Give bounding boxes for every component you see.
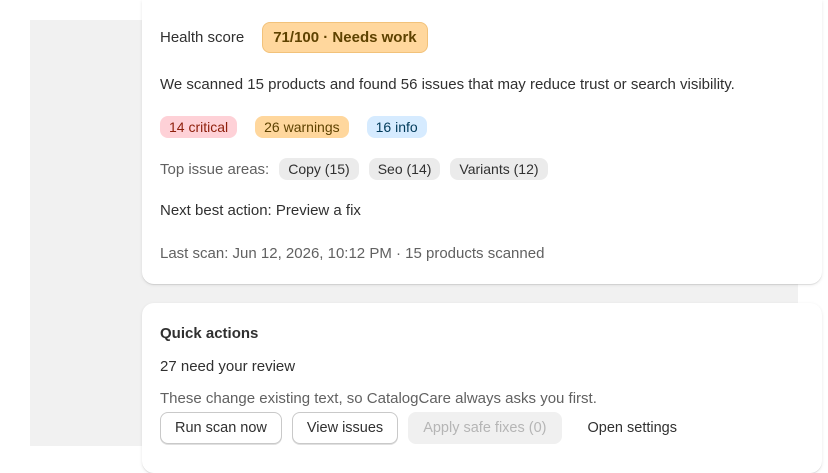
scan-summary-card: Health score 71/100 · Needs work We scan… [142, 0, 822, 284]
health-score-badge: 71/100 · Needs work [262, 22, 428, 53]
scan-description-row: We scanned 15 products and found 56 issu… [160, 76, 735, 93]
severity-badges: 14 critical 26 warnings 16 info [160, 116, 445, 138]
next-best-action: Next best action: Preview a fix [160, 202, 361, 219]
health-score-label: Health score [160, 29, 245, 46]
review-count-row: 27 need your review [160, 358, 295, 375]
quick-actions-title: Quick actions [160, 325, 259, 342]
last-scan-info: Last scan: Jun 12, 2026, 10:12 PM · 15 p… [160, 245, 545, 262]
top-issue-areas-label: Top issue areas: [160, 160, 270, 178]
apply-safe-fixes-button[interactable]: Apply safe fixes (0) [408, 412, 562, 444]
warnings-count-badge: 26 warnings [255, 116, 349, 138]
last-scan-row: Last scan: Jun 12, 2026, 10:12 PM · 15 p… [160, 245, 544, 262]
review-count: 27 need your review [160, 358, 296, 375]
issue-area-tag-variants: Variants (12) [450, 158, 548, 180]
critical-count-badge: 14 critical [160, 116, 238, 138]
view-issues-button[interactable]: View issues [291, 412, 399, 444]
issue-area-tag-copy: Copy (15) [279, 158, 359, 180]
quick-actions-note: These change existing text, so CatalogCa… [160, 390, 597, 407]
quick-actions-note-row: These change existing text, so CatalogCa… [160, 390, 597, 407]
top-issue-areas-row: Top issue areas: Copy (15) Seo (14) Vari… [160, 158, 548, 180]
scan-description: We scanned 15 products and found 56 issu… [160, 76, 735, 93]
open-settings-button[interactable]: Open settings [582, 412, 683, 444]
next-action-row: Next best action: Preview a fix [160, 202, 361, 219]
quick-actions-header: Quick actions [160, 325, 258, 342]
run-scan-button[interactable]: Run scan now [160, 412, 282, 444]
quick-actions-buttons: Run scan now View issues Apply safe fixe… [160, 412, 693, 444]
health-score-row: Health score 71/100 · Needs work [160, 22, 428, 53]
info-count-badge: 16 info [366, 116, 427, 138]
quick-actions-card: Quick actions 27 need your review These … [142, 303, 822, 473]
issue-area-tag-seo: Seo (14) [368, 158, 441, 180]
